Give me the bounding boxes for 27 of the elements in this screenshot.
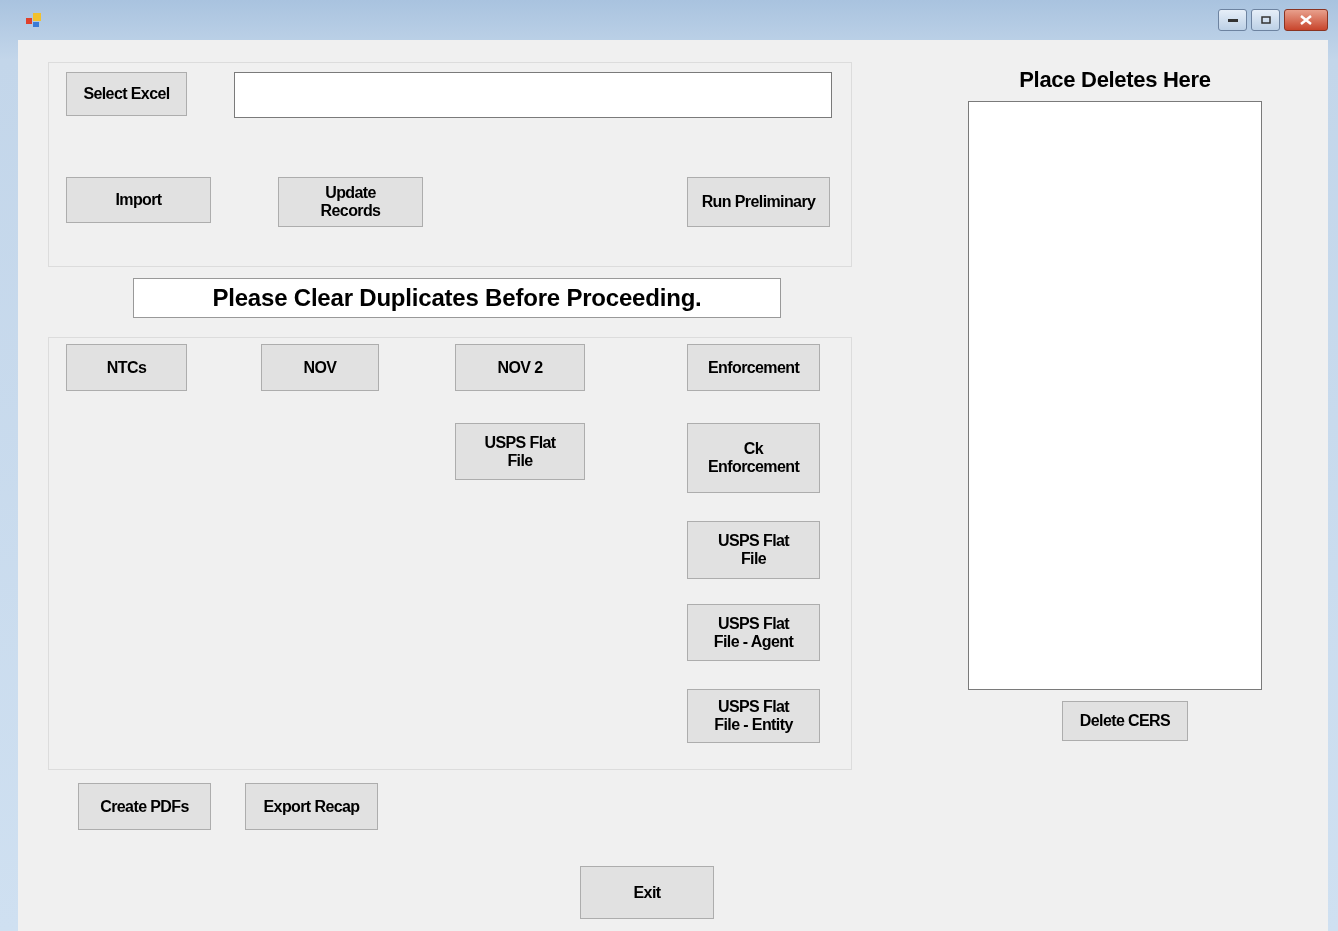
delete-cers-button[interactable]: Delete CERS xyxy=(1062,701,1188,741)
close-button[interactable] xyxy=(1284,9,1328,31)
action-button[interactable]: NTCs xyxy=(66,344,187,391)
notice-label: Please Clear Duplicates Before Proceeding. xyxy=(133,278,781,318)
action-button[interactable]: NOV xyxy=(261,344,379,391)
action-button[interactable]: Enforcement xyxy=(687,344,820,391)
file-path-field[interactable] xyxy=(234,72,832,118)
app-icon xyxy=(26,13,42,27)
action-button[interactable]: Update Records xyxy=(278,177,423,227)
maximize-icon xyxy=(1260,16,1271,24)
panel-title: Place Deletes Here xyxy=(1019,67,1211,94)
minimize-icon xyxy=(1227,18,1238,22)
close-icon xyxy=(1300,15,1312,25)
action-button[interactable]: USPS Flat File xyxy=(455,423,585,480)
action-button[interactable]: Create PDFs xyxy=(78,783,211,830)
maximize-button[interactable] xyxy=(1251,9,1280,31)
action-button[interactable]: Ck Enforcement xyxy=(687,423,820,493)
action-button[interactable]: USPS Flat File xyxy=(687,521,820,579)
action-button[interactable]: Export Recap xyxy=(245,783,378,830)
action-button[interactable]: NOV 2 xyxy=(455,344,585,391)
select-excel-button[interactable]: Select Excel xyxy=(66,72,187,116)
minimize-button[interactable] xyxy=(1218,9,1247,31)
exit-button[interactable]: Exit xyxy=(580,866,714,919)
action-button[interactable]: USPS Flat File - Entity xyxy=(687,689,820,743)
action-button[interactable]: USPS Flat File - Agent xyxy=(687,604,820,661)
action-button[interactable]: Run Preliminary xyxy=(687,177,830,227)
action-button[interactable]: Import xyxy=(66,177,211,223)
